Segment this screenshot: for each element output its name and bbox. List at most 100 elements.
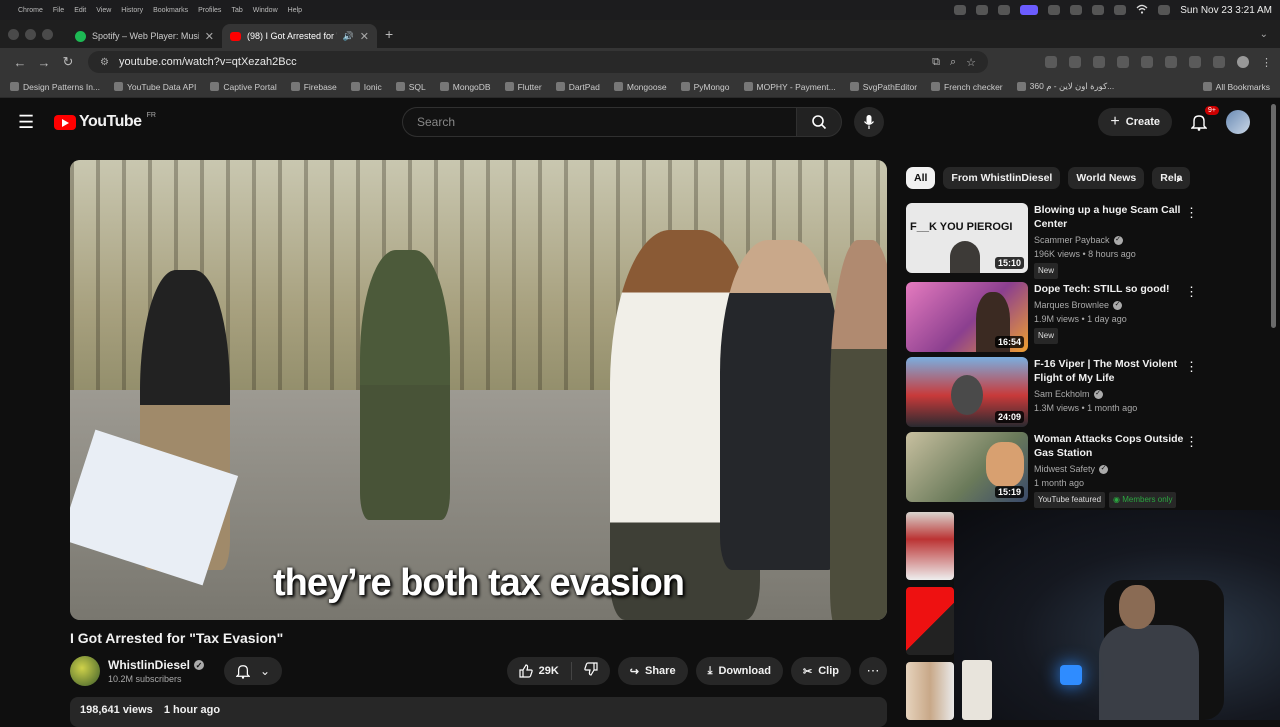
notifications-button[interactable]: 9+ [1188,106,1219,133]
video-thumbnail[interactable]: 24:09 [906,357,1028,427]
bookmark-item[interactable]: YouTube Data API [114,82,196,92]
download-button[interactable]: ⤓ Download [695,657,783,685]
recommendation-title[interactable]: F-16 Viper | The Most Violent Flight of … [1034,357,1184,385]
bookmark-item[interactable]: SvgPathEditor [849,82,917,92]
extension-icon[interactable] [1117,56,1129,68]
video-thumbnail[interactable]: 16:54 [906,282,1028,352]
recommendation-item[interactable]: 15:19 Woman Attacks Cops Outside Gas Sta… [906,432,1206,508]
status-icon[interactable] [954,5,967,15]
bookmark-star-icon[interactable]: ☆ [966,56,976,69]
screen-record-icon[interactable] [1020,5,1039,15]
search-button[interactable] [796,107,842,137]
chrome-profile-avatar[interactable] [1237,56,1249,68]
status-icon[interactable] [1048,5,1061,15]
battery-icon[interactable] [1114,5,1127,15]
forward-button[interactable]: → [32,55,56,70]
media-icon[interactable] [1213,56,1225,68]
clip-button[interactable]: ✂ Clip [791,657,851,685]
new-tab-button[interactable]: + [385,26,393,42]
close-tab-icon[interactable]: ✕ [360,30,369,43]
all-bookmarks-button[interactable]: All Bookmarks [1202,82,1270,92]
voice-search-button[interactable] [854,107,884,137]
video-thumbnail[interactable] [906,587,954,655]
chevron-right-icon[interactable]: › [1176,170,1181,186]
moon-icon[interactable] [1070,5,1083,15]
menu-chrome[interactable]: Chrome [18,7,43,14]
search-input[interactable]: Search [402,107,796,137]
chrome-menu-icon[interactable]: ⋮ [1261,56,1272,69]
tab-spotify[interactable]: Spotify – Web Player: Music f ✕ [67,24,222,48]
close-window-button[interactable] [8,28,19,40]
url-text[interactable]: youtube.com/watch?v=qtXezah2Bcc [119,56,297,68]
back-button[interactable]: ← [8,55,32,70]
chip-from-channel[interactable]: From WhistlinDiesel [943,167,1061,189]
install-app-icon[interactable]: ⧉ [932,56,940,69]
menu-file[interactable]: File [53,7,64,14]
more-vertical-icon[interactable]: ⋮ [1185,434,1198,450]
menu-edit[interactable]: Edit [74,7,86,14]
speaker-icon[interactable]: 🔊 [343,31,354,42]
bookmark-item[interactable]: SQL [395,82,426,92]
menu-tab[interactable]: Tab [231,7,242,14]
bookmark-item[interactable]: Firebase [290,82,337,92]
menu-history[interactable]: History [121,7,143,14]
video-thumbnail[interactable] [906,662,954,720]
bookmark-item[interactable]: MongoDB [439,82,491,92]
puzzle-icon[interactable] [1189,56,1201,68]
status-icon[interactable] [976,5,989,15]
recommendation-item[interactable]: 16:54 Dope Tech: STILL so good! Marques … [906,282,1206,352]
minimize-window-button[interactable] [25,28,36,40]
hamburger-menu-icon[interactable]: ☰ [18,112,42,133]
extension-icon[interactable] [1045,56,1057,68]
recommendation-title[interactable]: Blowing up a huge Scam Call Center [1034,203,1184,231]
recommendation-item[interactable]: F__K YOU PIEROGI 15:10 Blowing up a huge… [906,203,1206,279]
share-button[interactable]: ↪ Share [617,657,688,685]
reload-button[interactable]: ↻ [56,54,80,70]
close-tab-icon[interactable]: ✕ [205,30,214,43]
chip-related[interactable]: Rela [1152,167,1191,189]
tab-search-icon[interactable]: ⌄ [1260,29,1268,40]
more-actions-button[interactable]: ⋯ [859,657,887,685]
recommendation-title[interactable]: Woman Attacks Cops Outside Gas Station [1034,432,1184,460]
recommendation-item[interactable]: 24:09 F-16 Viper | The Most Violent Flig… [906,357,1206,427]
extension-icon[interactable] [1165,56,1177,68]
bookmark-item[interactable]: PyMongo [680,82,730,92]
bookmark-item[interactable]: 360 كورة اون لاين - م... [1016,81,1114,92]
bookmark-item[interactable]: MOPHY - Payment... [743,82,836,92]
menu-bookmarks[interactable]: Bookmarks [153,7,188,14]
control-center-icon[interactable] [1158,5,1171,15]
like-button[interactable]: 29K [507,662,572,680]
extension-icon[interactable] [1141,56,1153,68]
youtube-logo[interactable]: YouTube FR [54,112,156,131]
play-icon[interactable] [1092,5,1105,15]
site-info-icon[interactable]: ⚙ [100,57,109,68]
recommendation-channel[interactable]: Marques Brownlee [1034,298,1109,312]
extension-icon[interactable] [1093,56,1105,68]
zoom-icon[interactable]: ⌕ [950,56,956,69]
menu-window[interactable]: Window [253,7,278,14]
video-thumbnail[interactable]: 15:19 [906,432,1028,502]
page-scrollbar[interactable] [1271,104,1276,328]
description-box[interactable]: 198,641 views 1 hour ago [70,697,887,727]
video-player[interactable]: they’re both tax evasion [70,160,887,620]
menu-view[interactable]: View [96,7,111,14]
bookmark-item[interactable]: Design Patterns In... [10,82,100,92]
tab-youtube[interactable]: (98) I Got Arrested for "Ta 🔊 ✕ [222,24,377,48]
menu-profiles[interactable]: Profiles [198,7,221,14]
address-bar[interactable]: ⚙ youtube.com/watch?v=qtXezah2Bcc ⧉ ⌕ ☆ [88,51,988,73]
dislike-button[interactable] [572,661,610,681]
create-button[interactable]: + Create [1098,108,1172,136]
menu-help[interactable]: Help [288,7,302,14]
more-vertical-icon[interactable]: ⋮ [1185,359,1198,375]
recommendation-channel[interactable]: Sam Eckholm [1034,387,1090,401]
more-vertical-icon[interactable]: ⋮ [1185,205,1198,221]
chip-all[interactable]: All [906,167,936,189]
maximize-window-button[interactable] [42,28,53,40]
bookmark-item[interactable]: French checker [931,82,1003,92]
status-icon[interactable] [998,5,1011,15]
chip-world-news[interactable]: World News [1068,167,1145,189]
wifi-icon[interactable] [1136,4,1148,16]
extension-icon[interactable] [1069,56,1081,68]
recommendation-title[interactable]: Dope Tech: STILL so good! [1034,282,1184,296]
more-vertical-icon[interactable]: ⋮ [1185,284,1198,300]
